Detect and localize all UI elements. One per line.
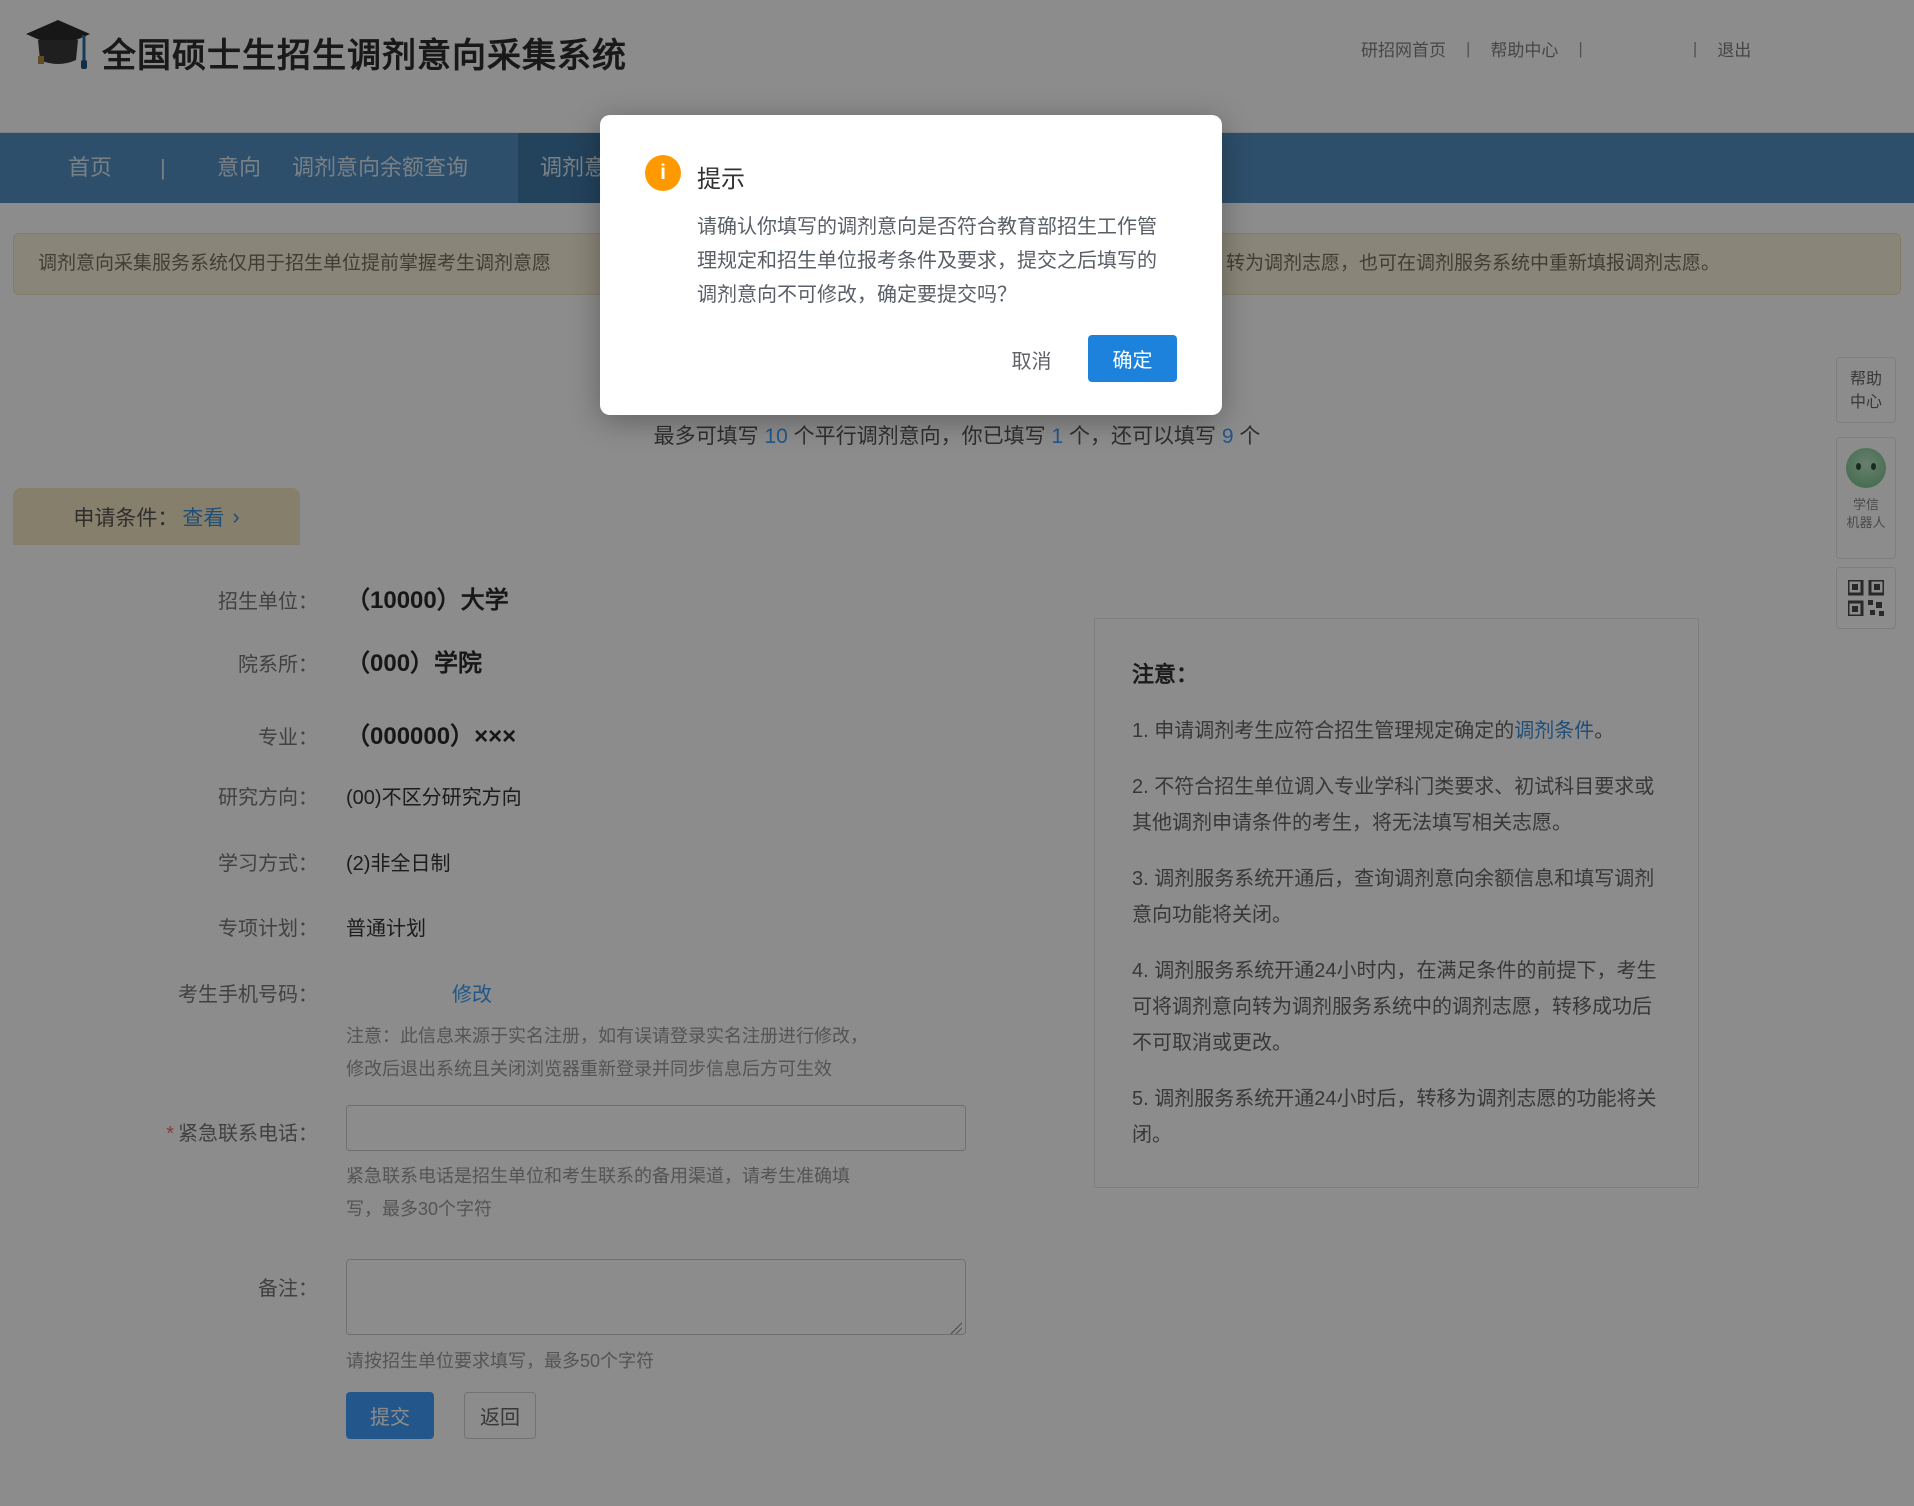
dialog-message: 请确认你填写的调剂意向是否符合教育部招生工作管理规定和招生单位报考条件及要求，提… [697, 210, 1159, 312]
cancel-button[interactable]: 取消 [995, 338, 1068, 380]
dialog-title: 提示 [697, 159, 745, 194]
confirm-button[interactable]: 确定 [1088, 335, 1177, 382]
confirm-dialog: i 提示 请确认你填写的调剂意向是否符合教育部招生工作管理规定和招生单位报考条件… [600, 115, 1222, 415]
info-icon: i [645, 155, 681, 191]
